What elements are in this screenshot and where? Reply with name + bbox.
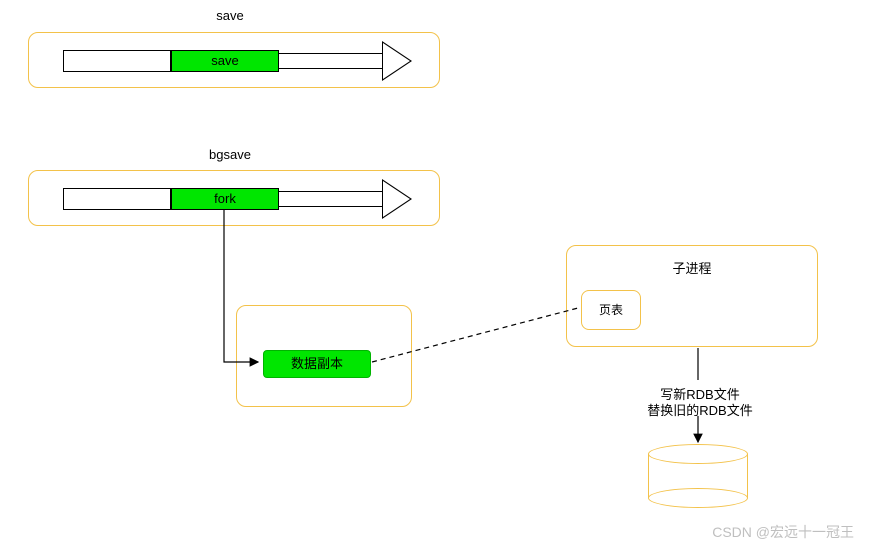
rdb-cylinder [648,444,748,508]
bgsave-seg-green: fork [171,188,279,210]
datacopy-block: 数据副本 [263,350,371,378]
page-table-box: 页表 [581,290,641,330]
save-seg-green: save [171,50,279,72]
bgsave-arrow-head [382,179,412,219]
childproc-container: 子进程 页表 [566,245,818,347]
datacopy-container: 数据副本 [236,305,412,407]
save-arrow-shaft [279,53,383,69]
save-container: save [28,32,440,88]
bgsave-container: fork [28,170,440,226]
bgsave-title: bgsave [200,147,260,162]
bgsave-seg-empty [63,188,171,210]
save-arrow-head [382,41,412,81]
childproc-title: 子进程 [567,258,817,277]
bgsave-arrow-shaft [279,191,383,207]
save-title: save [200,8,260,23]
save-seg-empty [63,50,171,72]
watermark: CSDN @宏远十一冠王 [712,522,854,542]
rdb-line2: 替换旧的RDB文件 [630,400,770,419]
